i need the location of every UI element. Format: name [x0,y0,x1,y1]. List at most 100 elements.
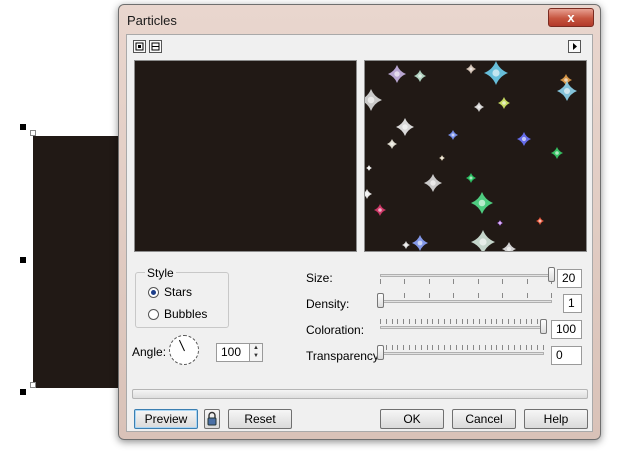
radio-bubbles-circle[interactable] [148,308,159,320]
slider-tick [520,319,521,324]
star-glow [367,166,371,170]
guide-marker-top [30,130,36,136]
coloration-slider-track[interactable] [380,326,544,329]
angle-input[interactable]: 100 [216,343,250,362]
star-glow [378,208,382,212]
radio-stars-circle[interactable] [148,286,159,298]
star-glow [478,199,486,207]
slider-tick [409,345,410,350]
slider-tick [485,319,486,324]
slider-tick [467,319,468,324]
coloration-label: Coloration: [306,323,365,337]
star-glow [394,71,400,77]
slider-tick [403,319,404,324]
slider-tick [508,345,509,350]
angle-dial-icon[interactable] [169,335,199,365]
transparency-slider-ticks [380,345,544,351]
slider-tick [502,293,503,298]
slider-tick [415,345,416,350]
slider-tick [502,319,503,324]
slider-tick [444,345,445,350]
slider-tick [450,319,451,324]
cancel-button[interactable]: Cancel [452,409,516,429]
canvas-object [33,136,128,388]
slider-tick [456,319,457,324]
density-slider-track[interactable] [380,300,552,303]
slider-tick [432,319,433,324]
slider-tick [421,319,422,324]
transparency-input[interactable]: 0 [551,346,582,365]
density-input[interactable]: 1 [563,294,582,313]
slider-tick [453,293,454,298]
slider-tick [438,319,439,324]
slider-tick [462,319,463,324]
close-icon: x [567,10,575,25]
slider-tick [429,279,430,284]
slider-tick [386,319,387,324]
star-glow [498,221,502,225]
slider-tick [386,345,387,350]
star-glow [506,246,512,251]
density-slider-ticks [380,293,552,299]
slider-tick [485,345,486,350]
slider-tick [478,293,479,298]
slider-tick [531,319,532,324]
size-slider-thumb[interactable] [548,267,555,282]
angle-spinner[interactable]: ▲ ▼ [249,343,263,362]
slider-tick [537,345,538,350]
help-button[interactable]: Help [524,409,588,429]
slider-tick [514,345,515,350]
star-glow [417,240,423,246]
slider-tick [473,319,474,324]
selection-handle-bottom-left[interactable] [20,389,26,395]
reset-button[interactable]: Reset [228,409,292,429]
slider-tick [432,345,433,350]
preview-button[interactable]: Preview [134,409,198,429]
lock-button[interactable] [204,409,220,429]
angle-dial-needle [178,339,185,352]
star-glow [367,96,375,104]
progress-bar [132,389,588,399]
radio-bubbles[interactable]: Bubbles [148,307,207,321]
slider-tick [520,345,521,350]
slider-tick [444,319,445,324]
slider-tick [537,319,538,324]
slider-tick [473,345,474,350]
density-slider-thumb[interactable] [377,293,384,308]
slider-tick [421,345,422,350]
slider-tick [427,345,428,350]
close-button[interactable]: x [548,8,594,27]
single-preview-icon[interactable] [133,40,146,53]
slider-tick [551,293,552,298]
selection-handle-middle-left[interactable] [20,257,26,263]
spin-down-icon[interactable]: ▼ [250,352,262,360]
slider-tick [403,345,404,350]
size-input[interactable]: 20 [557,269,582,288]
particles-render [365,61,577,251]
slider-tick [404,279,405,284]
expand-arrow-icon[interactable] [568,40,581,53]
size-label: Size: [306,271,333,285]
size-slider-ticks [380,279,552,285]
radio-stars[interactable]: Stars [148,285,192,299]
split-preview-icon[interactable] [149,40,162,53]
coloration-input[interactable]: 100 [551,320,582,339]
size-slider-track[interactable] [380,274,552,277]
star-glow [538,219,542,223]
slider-tick [479,319,480,324]
coloration-slider-thumb[interactable] [540,319,547,334]
spin-up-icon[interactable]: ▲ [250,344,262,352]
slider-tick [531,345,532,350]
slider-tick [478,279,479,284]
star-glow [418,74,422,78]
transparency-slider-track[interactable] [380,352,544,355]
radio-bubbles-label: Bubbles [164,307,208,321]
slider-tick [456,345,457,350]
selection-handle-top-left[interactable] [20,124,26,130]
slider-tick [508,319,509,324]
star-glow [404,243,408,247]
star-glow [451,133,455,137]
transparency-slider-thumb[interactable] [377,345,384,360]
ok-button[interactable]: OK [380,409,444,429]
star-glow [390,142,394,146]
